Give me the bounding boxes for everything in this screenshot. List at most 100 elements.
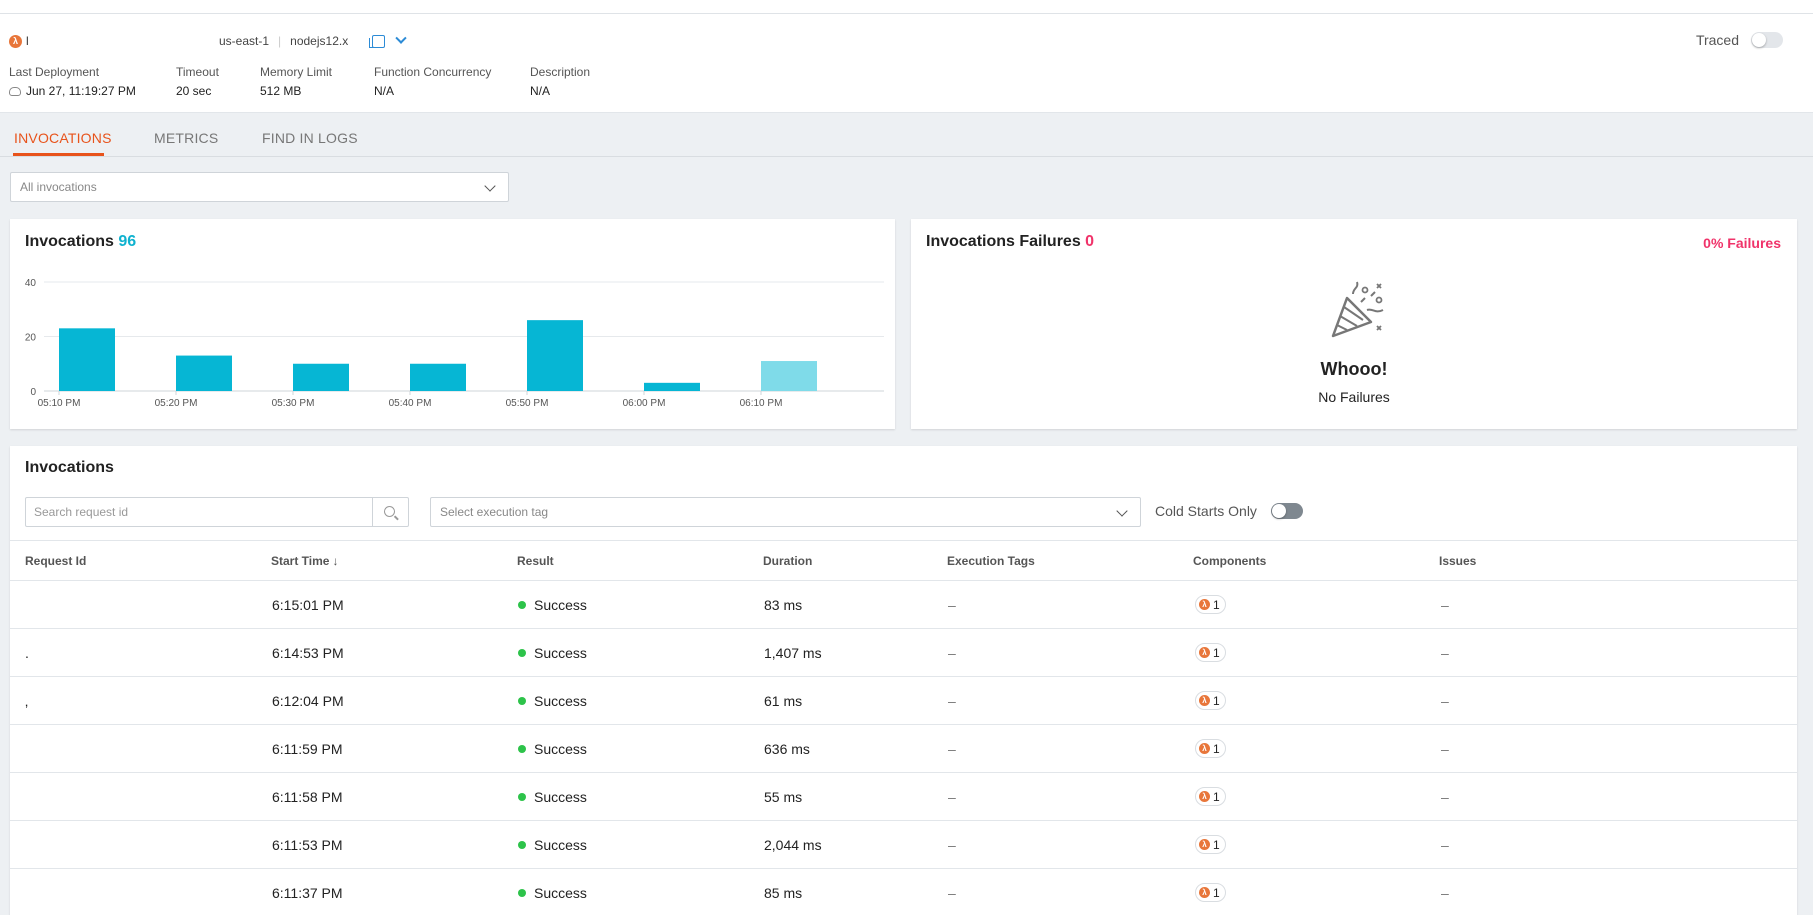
- components-badge[interactable]: λ1: [1195, 643, 1226, 662]
- duration: 636 ms: [764, 741, 810, 757]
- issues: –: [1441, 837, 1449, 853]
- components-count: 1: [1213, 741, 1220, 756]
- start-time: 6:14:53 PM: [272, 645, 344, 661]
- cold-starts-toggle[interactable]: [1270, 503, 1303, 519]
- issues: –: [1441, 789, 1449, 805]
- meta-timeout: Timeout 20 sec: [176, 65, 219, 98]
- start-time: 6:15:01 PM: [272, 597, 344, 613]
- components-badge[interactable]: λ1: [1195, 691, 1226, 710]
- components-badge[interactable]: λ1: [1195, 595, 1226, 614]
- top-bar: [0, 0, 1813, 14]
- result: Success: [518, 789, 587, 805]
- result: Success: [518, 885, 587, 901]
- result: Success: [518, 693, 587, 709]
- chevron-down-icon: [484, 180, 496, 192]
- failures-title: Invocations Failures 0: [926, 233, 1094, 251]
- column-label: Start Time: [271, 554, 330, 568]
- success-dot-icon: [518, 745, 526, 753]
- issues: –: [1441, 885, 1449, 901]
- start-time: 6:11:59 PM: [272, 741, 343, 757]
- execution-tags: –: [948, 885, 956, 901]
- tab-invocations[interactable]: INVOCATIONS: [14, 130, 112, 146]
- components-badge[interactable]: λ1: [1195, 835, 1226, 854]
- request-id[interactable]: .: [25, 645, 29, 661]
- meta-memory-limit: Memory Limit 512 MB: [260, 65, 332, 98]
- failures-card: Invocations Failures 0 0% Failures Whooo…: [911, 219, 1797, 429]
- traced-toggle[interactable]: [1751, 32, 1783, 48]
- duration: 61 ms: [764, 693, 803, 709]
- lambda-icon: λ: [9, 34, 22, 48]
- function-header: λ l us-east-1 | nodejs12.x Traced Last D…: [0, 14, 1813, 113]
- table-header: Request Id Start Time ↓ Result Duration E…: [10, 540, 1797, 581]
- copy-icon[interactable]: [369, 34, 386, 48]
- request-id[interactable]: ‚: [25, 693, 28, 709]
- x-tick-label: 05:50 PM: [506, 398, 549, 409]
- active-tab-indicator: [13, 153, 104, 156]
- y-tick-label: 40: [25, 278, 37, 289]
- meta-value: Jun 27, 11:19:27 PM: [9, 84, 136, 98]
- chevron-down-icon[interactable]: [395, 32, 407, 44]
- failures-percent: 0% Failures: [1703, 235, 1781, 251]
- lambda-icon: λ: [1199, 887, 1210, 898]
- tab-metrics[interactable]: METRICS: [154, 130, 218, 146]
- tab-find-in-logs[interactable]: FIND IN LOGS: [262, 130, 358, 146]
- meta-label: Timeout: [176, 65, 219, 79]
- column-issues[interactable]: Issues: [1439, 554, 1476, 568]
- result-text: Success: [534, 837, 587, 853]
- x-tick-label: 05:30 PM: [272, 398, 315, 409]
- column-execution-tags[interactable]: Execution Tags: [947, 554, 1035, 568]
- execution-tag-select[interactable]: Select execution tag: [430, 497, 1141, 527]
- table-row[interactable]: 6:11:59 PM Success 636 ms – λ 1 –: [10, 725, 1797, 773]
- invocations-table-title: Invocations: [25, 459, 114, 476]
- column-components[interactable]: Components: [1193, 554, 1266, 568]
- column-start-time[interactable]: Start Time ↓: [271, 554, 338, 568]
- meta-value: 512 MB: [260, 84, 302, 98]
- start-time: 6:11:58 PM: [272, 789, 343, 805]
- chart-bar[interactable]: [59, 328, 115, 391]
- cloud-upload-icon: [9, 86, 21, 96]
- x-tick-label: 06:00 PM: [623, 398, 666, 409]
- components-badge[interactable]: λ1: [1195, 739, 1226, 758]
- column-duration[interactable]: Duration: [763, 554, 812, 568]
- success-dot-icon: [518, 697, 526, 705]
- invocation-filter-select[interactable]: All invocations: [10, 172, 509, 202]
- result-text: Success: [534, 885, 587, 901]
- execution-tags: –: [948, 789, 956, 805]
- chart-bar[interactable]: [761, 361, 817, 391]
- meta-label: Function Concurrency: [374, 65, 492, 79]
- execution-tags: –: [948, 597, 956, 613]
- y-tick-label: 20: [25, 333, 37, 344]
- table-row[interactable]: 6:11:37 PM Success 85 ms – λ 1 –: [10, 869, 1797, 915]
- chart-bar[interactable]: [176, 355, 232, 391]
- search-button[interactable]: [372, 498, 408, 526]
- column-result[interactable]: Result: [517, 554, 554, 568]
- execution-tag-placeholder: Select execution tag: [440, 505, 549, 519]
- function-name: l: [26, 34, 29, 48]
- failures-count: 0: [1085, 233, 1095, 250]
- chart-bar[interactable]: [293, 363, 349, 391]
- components-badge[interactable]: λ1: [1195, 787, 1226, 806]
- invocations-table-card: Invocations Select execution tag Cold St…: [10, 446, 1797, 915]
- table-row[interactable]: ‚ 6:12:04 PM Success 61 ms – λ 1 –: [10, 677, 1797, 725]
- chart-bar[interactable]: [410, 363, 466, 391]
- table-row[interactable]: 6:11:58 PM Success 55 ms – λ 1 –: [10, 773, 1797, 821]
- chart-bar[interactable]: [527, 320, 583, 391]
- search-input[interactable]: [26, 498, 372, 526]
- tab-bar: INVOCATIONS METRICS FIND IN LOGS: [0, 113, 1813, 157]
- result-text: Success: [534, 645, 587, 661]
- y-tick-label: 0: [30, 387, 36, 398]
- table-row[interactable]: 6:11:53 PM Success 2,044 ms – λ 1 –: [10, 821, 1797, 869]
- table-row[interactable]: . 6:14:53 PM Success 1,407 ms – λ 1 –: [10, 629, 1797, 677]
- deployment-time: Jun 27, 11:19:27 PM: [26, 84, 136, 98]
- x-tick-label: 05:10 PM: [38, 398, 81, 409]
- no-failures-headline: Whooo!: [1320, 359, 1388, 379]
- chart-bar[interactable]: [644, 382, 700, 391]
- execution-tags: –: [948, 837, 956, 853]
- column-request-id[interactable]: Request Id: [25, 554, 86, 568]
- search-icon: [384, 506, 395, 517]
- components-badge[interactable]: λ1: [1195, 883, 1226, 902]
- issues: –: [1441, 597, 1449, 613]
- issues: –: [1441, 693, 1449, 709]
- table-row[interactable]: 6:15:01 PM Success 83 ms – λ 1 –: [10, 581, 1797, 629]
- components-count: 1: [1213, 597, 1220, 612]
